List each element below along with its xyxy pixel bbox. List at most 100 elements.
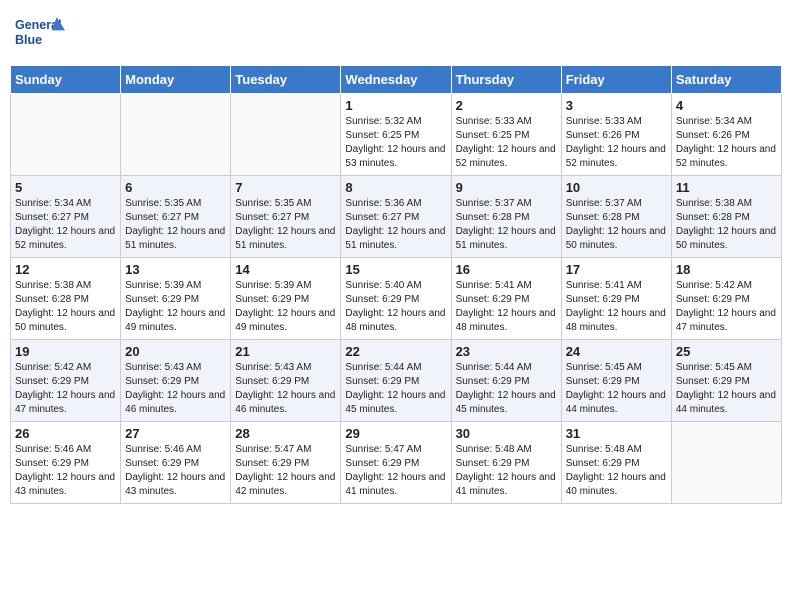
calendar-cell: 9 Sunrise: 5:37 AMSunset: 6:28 PMDayligh… [451, 176, 561, 258]
calendar-cell: 5 Sunrise: 5:34 AMSunset: 6:27 PMDayligh… [11, 176, 121, 258]
day-info: Sunrise: 5:34 AMSunset: 6:27 PMDaylight:… [15, 197, 116, 253]
day-info: Sunrise: 5:43 AMSunset: 6:29 PMDaylight:… [125, 361, 226, 417]
day-info: Sunrise: 5:33 AMSunset: 6:26 PMDaylight:… [566, 115, 667, 171]
day-info: Sunrise: 5:44 AMSunset: 6:29 PMDaylight:… [345, 361, 446, 417]
day-number: 1 [345, 98, 446, 113]
day-number: 30 [456, 426, 557, 441]
day-number: 28 [235, 426, 336, 441]
calendar-cell: 18 Sunrise: 5:42 AMSunset: 6:29 PMDaylig… [671, 258, 781, 340]
day-info: Sunrise: 5:47 AMSunset: 6:29 PMDaylight:… [345, 443, 446, 499]
day-number: 8 [345, 180, 446, 195]
page-header: General Blue [10, 10, 782, 55]
calendar-cell: 2 Sunrise: 5:33 AMSunset: 6:25 PMDayligh… [451, 94, 561, 176]
calendar-cell: 1 Sunrise: 5:32 AMSunset: 6:25 PMDayligh… [341, 94, 451, 176]
calendar-cell: 8 Sunrise: 5:36 AMSunset: 6:27 PMDayligh… [341, 176, 451, 258]
calendar-cell: 12 Sunrise: 5:38 AMSunset: 6:28 PMDaylig… [11, 258, 121, 340]
day-number: 3 [566, 98, 667, 113]
day-info: Sunrise: 5:45 AMSunset: 6:29 PMDaylight:… [566, 361, 667, 417]
calendar-cell: 29 Sunrise: 5:47 AMSunset: 6:29 PMDaylig… [341, 422, 451, 504]
calendar-cell [11, 94, 121, 176]
day-number: 6 [125, 180, 226, 195]
calendar-cell: 3 Sunrise: 5:33 AMSunset: 6:26 PMDayligh… [561, 94, 671, 176]
day-number: 5 [15, 180, 116, 195]
calendar-cell: 24 Sunrise: 5:45 AMSunset: 6:29 PMDaylig… [561, 340, 671, 422]
col-header-thursday: Thursday [451, 66, 561, 94]
day-info: Sunrise: 5:39 AMSunset: 6:29 PMDaylight:… [125, 279, 226, 335]
calendar-cell: 6 Sunrise: 5:35 AMSunset: 6:27 PMDayligh… [121, 176, 231, 258]
day-info: Sunrise: 5:46 AMSunset: 6:29 PMDaylight:… [15, 443, 116, 499]
calendar-cell: 14 Sunrise: 5:39 AMSunset: 6:29 PMDaylig… [231, 258, 341, 340]
day-number: 18 [676, 262, 777, 277]
svg-text:Blue: Blue [15, 33, 42, 47]
calendar-cell [121, 94, 231, 176]
day-info: Sunrise: 5:35 AMSunset: 6:27 PMDaylight:… [125, 197, 226, 253]
calendar-cell: 22 Sunrise: 5:44 AMSunset: 6:29 PMDaylig… [341, 340, 451, 422]
col-header-saturday: Saturday [671, 66, 781, 94]
day-number: 24 [566, 344, 667, 359]
day-info: Sunrise: 5:43 AMSunset: 6:29 PMDaylight:… [235, 361, 336, 417]
day-number: 17 [566, 262, 667, 277]
calendar-cell: 26 Sunrise: 5:46 AMSunset: 6:29 PMDaylig… [11, 422, 121, 504]
day-number: 29 [345, 426, 446, 441]
day-number: 7 [235, 180, 336, 195]
day-info: Sunrise: 5:34 AMSunset: 6:26 PMDaylight:… [676, 115, 777, 171]
calendar-cell: 30 Sunrise: 5:48 AMSunset: 6:29 PMDaylig… [451, 422, 561, 504]
calendar-cell [671, 422, 781, 504]
day-info: Sunrise: 5:40 AMSunset: 6:29 PMDaylight:… [345, 279, 446, 335]
day-number: 25 [676, 344, 777, 359]
calendar-cell: 17 Sunrise: 5:41 AMSunset: 6:29 PMDaylig… [561, 258, 671, 340]
day-number: 11 [676, 180, 777, 195]
calendar-cell: 15 Sunrise: 5:40 AMSunset: 6:29 PMDaylig… [341, 258, 451, 340]
day-info: Sunrise: 5:42 AMSunset: 6:29 PMDaylight:… [676, 279, 777, 335]
day-info: Sunrise: 5:37 AMSunset: 6:28 PMDaylight:… [456, 197, 557, 253]
day-info: Sunrise: 5:37 AMSunset: 6:28 PMDaylight:… [566, 197, 667, 253]
day-info: Sunrise: 5:39 AMSunset: 6:29 PMDaylight:… [235, 279, 336, 335]
col-header-tuesday: Tuesday [231, 66, 341, 94]
day-info: Sunrise: 5:48 AMSunset: 6:29 PMDaylight:… [566, 443, 667, 499]
calendar-cell: 28 Sunrise: 5:47 AMSunset: 6:29 PMDaylig… [231, 422, 341, 504]
day-number: 31 [566, 426, 667, 441]
day-number: 15 [345, 262, 446, 277]
day-number: 22 [345, 344, 446, 359]
calendar-table: SundayMondayTuesdayWednesdayThursdayFrid… [10, 65, 782, 504]
calendar-cell: 21 Sunrise: 5:43 AMSunset: 6:29 PMDaylig… [231, 340, 341, 422]
day-number: 20 [125, 344, 226, 359]
day-info: Sunrise: 5:32 AMSunset: 6:25 PMDaylight:… [345, 115, 446, 171]
day-number: 19 [15, 344, 116, 359]
day-number: 14 [235, 262, 336, 277]
day-info: Sunrise: 5:47 AMSunset: 6:29 PMDaylight:… [235, 443, 336, 499]
calendar-cell: 7 Sunrise: 5:35 AMSunset: 6:27 PMDayligh… [231, 176, 341, 258]
day-number: 9 [456, 180, 557, 195]
day-number: 21 [235, 344, 336, 359]
calendar-cell: 19 Sunrise: 5:42 AMSunset: 6:29 PMDaylig… [11, 340, 121, 422]
calendar-cell: 13 Sunrise: 5:39 AMSunset: 6:29 PMDaylig… [121, 258, 231, 340]
calendar-cell: 16 Sunrise: 5:41 AMSunset: 6:29 PMDaylig… [451, 258, 561, 340]
day-info: Sunrise: 5:38 AMSunset: 6:28 PMDaylight:… [676, 197, 777, 253]
day-info: Sunrise: 5:35 AMSunset: 6:27 PMDaylight:… [235, 197, 336, 253]
col-header-sunday: Sunday [11, 66, 121, 94]
col-header-monday: Monday [121, 66, 231, 94]
col-header-wednesday: Wednesday [341, 66, 451, 94]
day-info: Sunrise: 5:38 AMSunset: 6:28 PMDaylight:… [15, 279, 116, 335]
day-info: Sunrise: 5:46 AMSunset: 6:29 PMDaylight:… [125, 443, 226, 499]
calendar-cell: 25 Sunrise: 5:45 AMSunset: 6:29 PMDaylig… [671, 340, 781, 422]
col-header-friday: Friday [561, 66, 671, 94]
calendar-cell: 11 Sunrise: 5:38 AMSunset: 6:28 PMDaylig… [671, 176, 781, 258]
calendar-cell: 20 Sunrise: 5:43 AMSunset: 6:29 PMDaylig… [121, 340, 231, 422]
day-number: 26 [15, 426, 116, 441]
day-info: Sunrise: 5:42 AMSunset: 6:29 PMDaylight:… [15, 361, 116, 417]
logo: General Blue [15, 10, 65, 55]
day-info: Sunrise: 5:48 AMSunset: 6:29 PMDaylight:… [456, 443, 557, 499]
calendar-cell: 4 Sunrise: 5:34 AMSunset: 6:26 PMDayligh… [671, 94, 781, 176]
day-info: Sunrise: 5:45 AMSunset: 6:29 PMDaylight:… [676, 361, 777, 417]
day-number: 13 [125, 262, 226, 277]
day-info: Sunrise: 5:33 AMSunset: 6:25 PMDaylight:… [456, 115, 557, 171]
day-number: 12 [15, 262, 116, 277]
day-number: 2 [456, 98, 557, 113]
day-info: Sunrise: 5:41 AMSunset: 6:29 PMDaylight:… [566, 279, 667, 335]
day-number: 10 [566, 180, 667, 195]
calendar-cell [231, 94, 341, 176]
day-number: 23 [456, 344, 557, 359]
day-info: Sunrise: 5:36 AMSunset: 6:27 PMDaylight:… [345, 197, 446, 253]
day-number: 27 [125, 426, 226, 441]
